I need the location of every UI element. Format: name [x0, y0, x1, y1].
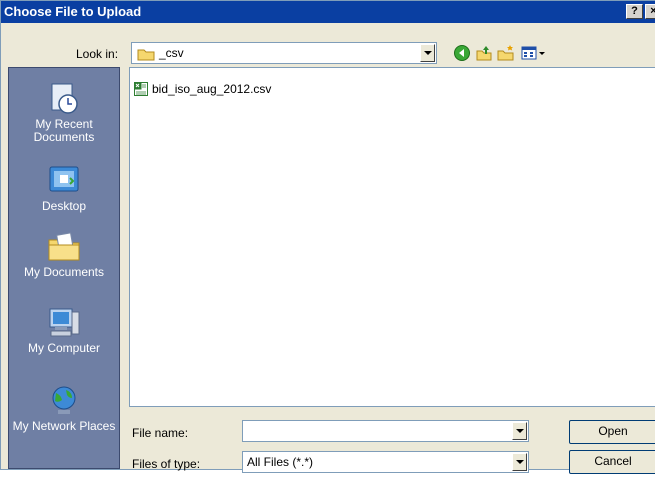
screen: Choose File to Upload ? × Look in: _csv …: [0, 0, 655, 485]
files-of-type-value: All Files (*.*): [247, 455, 314, 469]
chevron-down-icon[interactable]: [512, 422, 527, 440]
views-menu-icon[interactable]: [521, 44, 547, 62]
back-icon[interactable]: [453, 44, 471, 62]
place-label: My Network Places: [12, 419, 116, 433]
place-desktop[interactable]: Desktop: [9, 164, 119, 213]
my-network-places-icon: [46, 384, 82, 418]
place-my-computer[interactable]: My Computer: [9, 306, 119, 355]
chevron-down-icon[interactable]: [512, 453, 527, 471]
my-computer-icon: [46, 306, 82, 340]
recent-documents-icon: [46, 82, 82, 116]
choose-file-dialog: Choose File to Upload ? × Look in: _csv …: [0, 0, 655, 474]
open-button[interactable]: Open: [569, 420, 655, 444]
desktop-icon: [46, 164, 82, 198]
files-of-type-label: Files of type:: [132, 457, 201, 471]
look-in-select[interactable]: _csv: [131, 42, 437, 64]
place-my-documents[interactable]: My Documents: [9, 230, 119, 279]
place-my-network-places[interactable]: My Network Places: [9, 384, 119, 433]
place-label: My Computer: [27, 341, 101, 355]
chevron-down-icon[interactable]: [420, 44, 435, 62]
file-name: bid_iso_aug_2012.csv: [152, 82, 272, 96]
file-name-input[interactable]: [242, 420, 529, 442]
place-my-recent-documents[interactable]: My Recent Documents: [9, 82, 119, 144]
place-label: My Recent Documents: [33, 117, 95, 144]
place-label: Desktop: [41, 199, 87, 213]
close-button[interactable]: ×: [645, 4, 655, 19]
folder-icon: [137, 47, 155, 66]
csv-file-icon: [134, 82, 148, 96]
files-of-type-select[interactable]: All Files (*.*): [242, 451, 529, 473]
file-list[interactable]: bid_iso_aug_2012.csv: [129, 67, 655, 407]
file-name-label: File name:: [132, 426, 189, 440]
up-folder-icon[interactable]: [475, 44, 493, 62]
dialog-title: Choose File to Upload: [4, 4, 142, 19]
my-documents-icon: [46, 230, 82, 264]
look-in-value: _csv: [159, 46, 184, 60]
help-button[interactable]: ?: [626, 4, 643, 19]
place-label: My Documents: [23, 265, 105, 279]
new-folder-icon[interactable]: [497, 44, 515, 62]
cancel-button[interactable]: Cancel: [569, 450, 655, 474]
places-bar: My Recent Documents Desktop My Documents…: [8, 67, 120, 469]
title-bar[interactable]: Choose File to Upload ? ×: [1, 1, 655, 23]
look-in-label: Look in:: [76, 47, 119, 61]
